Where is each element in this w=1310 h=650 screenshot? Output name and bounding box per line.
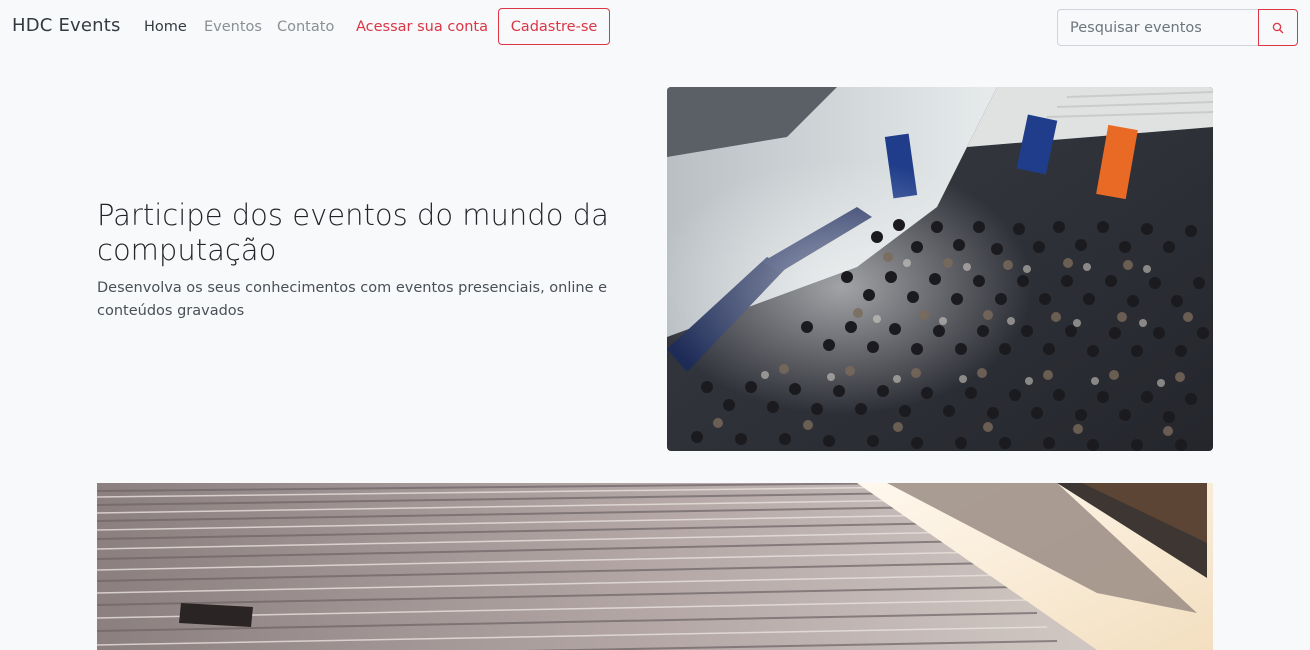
hero-title: Participe dos eventos do mundo da comput… xyxy=(97,198,609,267)
search-input[interactable] xyxy=(1057,9,1259,46)
search-icon xyxy=(1272,22,1284,33)
brand-logo-link[interactable]: HDC Events xyxy=(12,15,121,37)
search-button[interactable] xyxy=(1258,9,1298,46)
navbar: HDC Events Home Eventos Contato Acessar … xyxy=(0,0,1310,54)
hero-crowd-image xyxy=(667,87,1213,451)
login-link[interactable]: Acessar sua conta xyxy=(356,18,488,36)
banner-ceiling-image xyxy=(97,483,1213,650)
nav-link-home[interactable]: Home xyxy=(144,18,187,36)
nav-link-eventos[interactable]: Eventos xyxy=(204,18,262,36)
signup-button[interactable]: Cadastre-se xyxy=(498,8,610,45)
hero-subtitle: Desenvolva os seus conhecimentos com eve… xyxy=(97,280,608,319)
nav-link-contato[interactable]: Contato xyxy=(277,18,334,36)
